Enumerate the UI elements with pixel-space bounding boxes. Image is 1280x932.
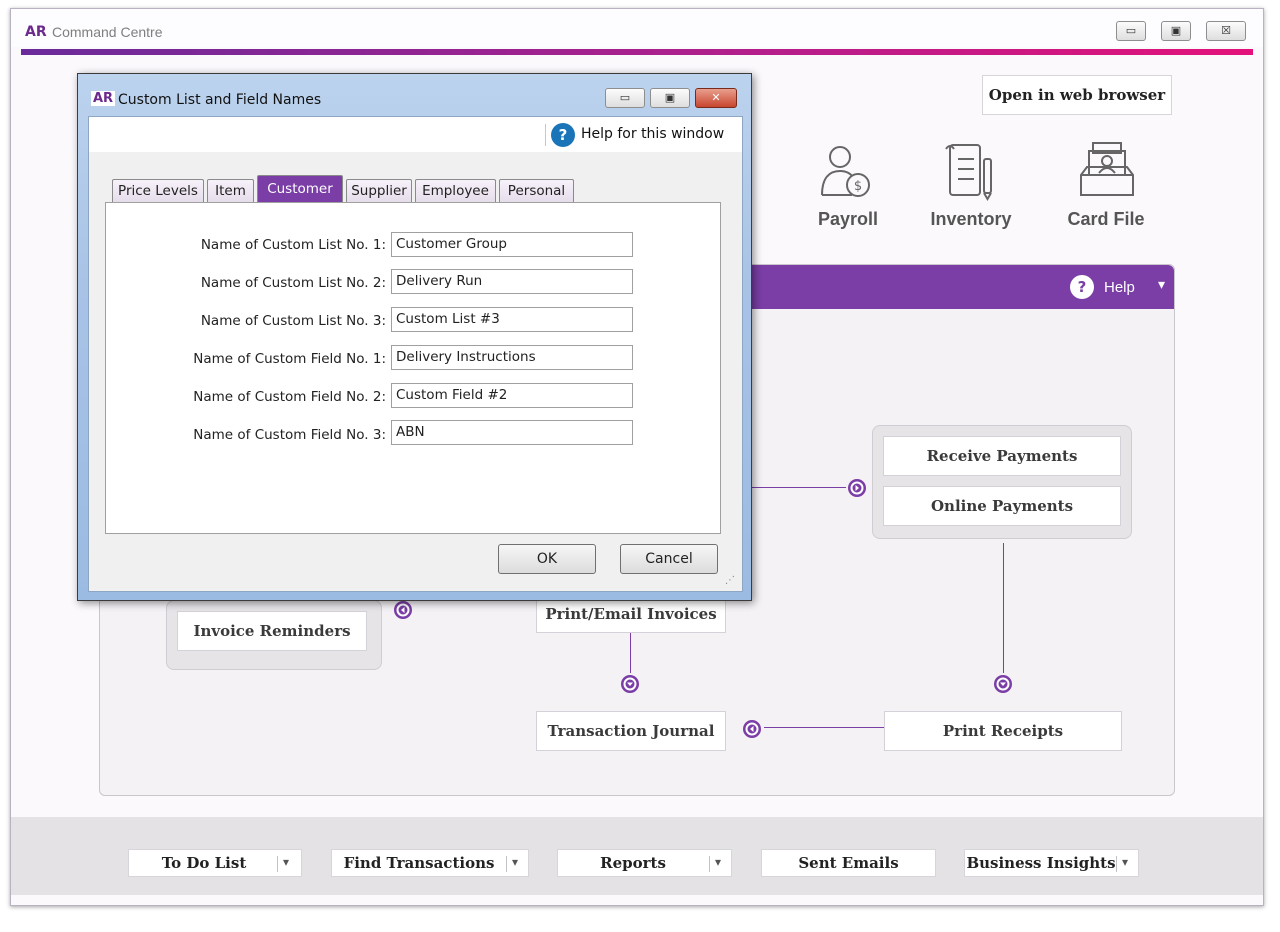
help-menu[interactable]: ? Help ▾	[1070, 275, 1170, 301]
arrow-left-icon	[741, 718, 763, 740]
arrow-down-icon	[619, 673, 641, 695]
field-label: Name of Custom Field No. 2:	[193, 389, 386, 405]
help-for-this-window-link[interactable]: ? Help for this window	[551, 123, 737, 149]
divider	[277, 856, 278, 872]
tab-content: Name of Custom List No. 1: Customer Grou…	[105, 202, 721, 534]
card-file-icon	[1080, 142, 1134, 196]
chevron-down-icon: ▾	[1158, 277, 1166, 293]
window-title: Command Centre	[52, 24, 163, 40]
ar-logo: AR	[91, 91, 116, 106]
connector-line	[764, 727, 884, 728]
field-label: Name of Custom Field No. 1:	[193, 351, 386, 367]
chevron-down-icon[interactable]: ▾	[512, 855, 518, 869]
payroll-module[interactable]: $ Payroll	[793, 137, 903, 237]
minimize-button[interactable]: ▭	[1116, 21, 1146, 41]
field-label: Name of Custom List No. 2:	[200, 275, 386, 291]
inventory-module[interactable]: Inventory	[916, 137, 1026, 237]
divider	[545, 124, 546, 146]
custom-list-3-input[interactable]: Custom List #3	[391, 307, 633, 332]
restore-button[interactable]: ▣	[1161, 21, 1191, 41]
connector-line	[630, 633, 631, 675]
payroll-label: Payroll	[817, 209, 879, 229]
chevron-down-icon[interactable]: ▾	[715, 855, 721, 869]
arrow-right-icon	[846, 477, 868, 499]
connector-line	[752, 487, 857, 488]
help-strip: ? Help for this window	[89, 117, 742, 152]
ar-logo: AR	[25, 24, 47, 40]
invoice-reminders-button[interactable]: Invoice Reminders	[177, 611, 367, 651]
divider	[1116, 856, 1117, 872]
field-label: Name of Custom List No. 3:	[200, 313, 386, 329]
to-do-list-button[interactable]: To Do List ▾	[128, 849, 302, 877]
custom-field-3-input[interactable]: ABN	[391, 420, 633, 445]
inventory-icon	[945, 144, 992, 201]
card-file-module[interactable]: Card File	[1051, 137, 1161, 237]
dialog-title: Custom List and Field Names	[118, 92, 322, 108]
payments-group: Receive Payments Online Payments	[872, 425, 1132, 539]
tab-employee[interactable]: Employee	[415, 179, 496, 203]
tab-item[interactable]: Item	[207, 179, 254, 203]
help-link-label: Help for this window	[581, 126, 725, 142]
dialog-close-button[interactable]: ✕	[695, 88, 737, 108]
business-insights-label: Business Insights	[966, 854, 1116, 872]
reports-label: Reports	[600, 854, 666, 872]
dialog-minimize-button[interactable]: ▭	[605, 88, 645, 108]
chevron-down-icon[interactable]: ▾	[283, 855, 289, 869]
receive-payments-button[interactable]: Receive Payments	[883, 436, 1121, 476]
reminders-group: Invoice Reminders	[166, 600, 382, 670]
inventory-label: Inventory	[930, 209, 1012, 229]
find-transactions-button[interactable]: Find Transactions ▾	[331, 849, 529, 877]
arrow-down-icon	[992, 673, 1014, 695]
field-label: Name of Custom List No. 1:	[200, 237, 386, 253]
tab-customer[interactable]: Customer	[257, 175, 343, 203]
close-button[interactable]: ☒	[1206, 21, 1246, 41]
tab-price-levels[interactable]: Price Levels	[112, 179, 204, 203]
card-file-label: Card File	[1067, 209, 1145, 229]
ok-button[interactable]: OK	[498, 544, 596, 574]
dialog-restore-button[interactable]: ▣	[650, 88, 690, 108]
tab-supplier[interactable]: Supplier	[346, 179, 412, 203]
svg-text:$: $	[854, 179, 862, 194]
business-insights-button[interactable]: Business Insights ▾	[964, 849, 1139, 877]
dialog-title-bar[interactable]: AR Custom List and Field Names ▭ ▣ ✕	[78, 74, 751, 116]
connector-line	[1003, 543, 1004, 673]
payroll-icon: $	[821, 146, 870, 197]
transaction-journal-button[interactable]: Transaction Journal	[536, 711, 726, 751]
field-label: Name of Custom Field No. 3:	[193, 427, 386, 443]
cancel-button[interactable]: Cancel	[620, 544, 718, 574]
arrow-left-icon	[392, 599, 414, 621]
divider	[506, 856, 507, 872]
title-bar[interactable]: AR Command Centre ▭ ▣ ☒	[11, 9, 1263, 47]
help-icon: ?	[551, 123, 575, 147]
custom-list-1-input[interactable]: Customer Group	[391, 232, 633, 257]
online-payments-button[interactable]: Online Payments	[883, 486, 1121, 526]
custom-list-2-input[interactable]: Delivery Run	[391, 269, 633, 294]
help-icon: ?	[1070, 275, 1094, 299]
find-transactions-label: Find Transactions	[343, 854, 495, 872]
print-receipts-button[interactable]: Print Receipts	[884, 711, 1122, 751]
sent-emails-button[interactable]: Sent Emails	[761, 849, 936, 877]
accent-stripe	[21, 49, 1253, 55]
reports-button[interactable]: Reports ▾	[557, 849, 732, 877]
open-in-web-browser-button[interactable]: Open in web browser	[982, 75, 1172, 115]
chevron-down-icon[interactable]: ▾	[1122, 855, 1128, 869]
dialog-body: ? Help for this window Price Levels Item…	[88, 116, 743, 592]
help-label: Help	[1104, 279, 1135, 296]
resize-grip-icon[interactable]: ⋰	[725, 575, 735, 586]
to-do-list-label: To Do List	[161, 854, 247, 872]
bottom-toolbar: To Do List ▾ Find Transactions ▾ Reports…	[11, 817, 1263, 895]
custom-list-dialog: AR Custom List and Field Names ▭ ▣ ✕ ? H…	[77, 73, 752, 601]
custom-field-2-input[interactable]: Custom Field #2	[391, 383, 633, 408]
tab-personal[interactable]: Personal	[499, 179, 574, 203]
custom-field-1-input[interactable]: Delivery Instructions	[391, 345, 633, 370]
divider	[709, 856, 710, 872]
